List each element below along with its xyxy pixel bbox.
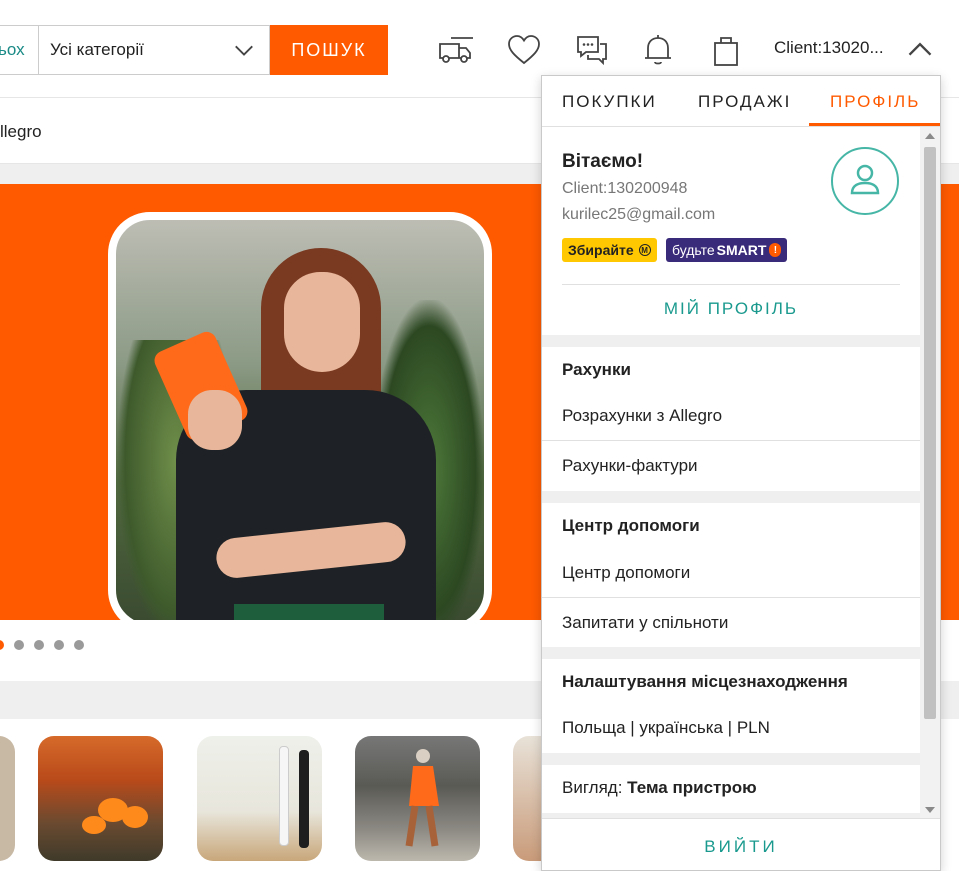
category-select-value: Усі категорії — [50, 40, 144, 59]
sub-navigation-link[interactable]: llegro — [0, 122, 42, 142]
carousel-dot[interactable] — [34, 640, 44, 650]
logout-button[interactable]: ВИЙТИ — [542, 837, 940, 857]
toothbrush-image — [279, 746, 289, 846]
menu-item-help-center[interactable]: Центр допомоги — [542, 548, 920, 598]
toothbrush-image — [299, 750, 309, 848]
person-pants — [234, 604, 384, 620]
messages-icon[interactable] — [572, 30, 612, 70]
smart-badge-prefix: будьте — [672, 242, 715, 258]
divider — [562, 284, 900, 285]
section-separator — [542, 647, 920, 659]
carousel-dot[interactable] — [0, 640, 4, 650]
search-input-text: ьох — [0, 40, 25, 59]
collect-badge[interactable]: Збирайте M — [562, 238, 657, 262]
view-value: Тема пристрою — [627, 778, 757, 797]
menu-item-ask-community[interactable]: Запитати у спільноти — [542, 598, 920, 648]
logout-area: ВИЙТИ — [542, 818, 940, 870]
carousel-dot[interactable] — [14, 640, 24, 650]
client-id: Client:130200948 — [562, 180, 688, 197]
banner-image — [108, 212, 492, 620]
pumpkin-image — [82, 816, 106, 834]
category-thumbnail[interactable] — [197, 736, 322, 861]
tab-purchases[interactable]: ПОКУПКИ — [562, 92, 657, 112]
user-icon — [850, 164, 880, 195]
menu-item-view-theme[interactable]: Вигляд: Тема пристрою — [542, 763, 920, 813]
section-title-accounts: Рахунки — [562, 360, 631, 379]
section-separator — [542, 335, 920, 347]
walking-person-image — [405, 749, 439, 847]
menu-item-allegro-settlements[interactable]: Розрахунки з Allegro — [542, 391, 920, 441]
avatar[interactable] — [831, 147, 899, 215]
menu-item-invoices[interactable]: Рахунки-фактури — [542, 441, 920, 491]
section-title-help-center: Центр допомоги — [562, 516, 700, 535]
chevron-up-icon[interactable] — [906, 36, 934, 64]
menu-item-label: Польща | українська | PLN — [562, 718, 770, 737]
category-thumbnail[interactable] — [38, 736, 163, 861]
smart-badge-word: SMART — [716, 242, 767, 258]
page: ьох Усі категорії ПОШУК Client:13020... … — [0, 0, 959, 871]
account-dropdown: ПОКУПКИ ПРОДАЖІ ПРОФІЛЬ Вітаємо! Client:… — [541, 75, 941, 871]
person-hand — [188, 390, 242, 450]
smart-exclamation-icon: ! — [769, 243, 782, 257]
scrollbar[interactable] — [920, 127, 940, 818]
collect-badge-label: Збирайте — [568, 242, 634, 258]
section-title-location-settings: Налаштування місцезнаходження — [562, 672, 848, 691]
scrollbar-thumb[interactable] — [924, 147, 936, 719]
chevron-down-icon — [235, 45, 253, 56]
carousel-dot[interactable] — [54, 640, 64, 650]
coin-icon: M — [638, 244, 651, 256]
account-tabs: ПОКУПКИ ПРОДАЖІ ПРОФІЛЬ — [542, 76, 940, 127]
search-input[interactable]: ьох — [0, 25, 38, 75]
menu-item-label: Центр допомоги — [562, 563, 691, 582]
active-tab-indicator — [809, 123, 940, 126]
view-label: Вигляд: — [562, 778, 623, 797]
category-thumbnail[interactable] — [0, 736, 15, 861]
tab-sales[interactable]: ПРОДАЖІ — [698, 92, 791, 112]
bell-icon[interactable] — [638, 30, 678, 70]
profile-panel-content: Вітаємо! Client:130200948 kurilec25@gmai… — [542, 127, 920, 818]
scroll-down-arrow-icon[interactable] — [925, 807, 935, 813]
account-menu-label[interactable]: Client:13020... — [774, 38, 884, 58]
category-thumbnail[interactable] — [355, 736, 480, 861]
carousel-dot[interactable] — [74, 640, 84, 650]
scroll-up-arrow-icon[interactable] — [925, 133, 935, 139]
tab-profile[interactable]: ПРОФІЛЬ — [830, 92, 920, 112]
bag-icon[interactable] — [706, 30, 746, 70]
my-profile-link[interactable]: МІЙ ПРОФІЛЬ — [542, 299, 920, 319]
menu-item-label: Запитати у спільноти — [562, 613, 729, 632]
heart-icon[interactable] — [504, 30, 544, 70]
user-email: kurilec25@gmail.com — [562, 206, 716, 223]
delivery-truck-icon[interactable] — [435, 30, 475, 70]
smart-badge[interactable]: будьте SMART ! — [666, 238, 788, 262]
menu-item-label: Рахунки-фактури — [562, 456, 698, 475]
category-select[interactable]: Усі категорії — [38, 25, 270, 75]
search-button[interactable]: ПОШУК — [270, 25, 388, 75]
carousel-dots — [0, 640, 84, 650]
greeting: Вітаємо! — [562, 151, 644, 172]
menu-item-label: Розрахунки з Allegro — [562, 406, 723, 425]
person-face — [284, 272, 360, 372]
menu-item-location-language-currency[interactable]: Польща | українська | PLN — [542, 703, 920, 753]
pumpkin-image — [122, 806, 148, 828]
section-separator — [542, 491, 920, 503]
